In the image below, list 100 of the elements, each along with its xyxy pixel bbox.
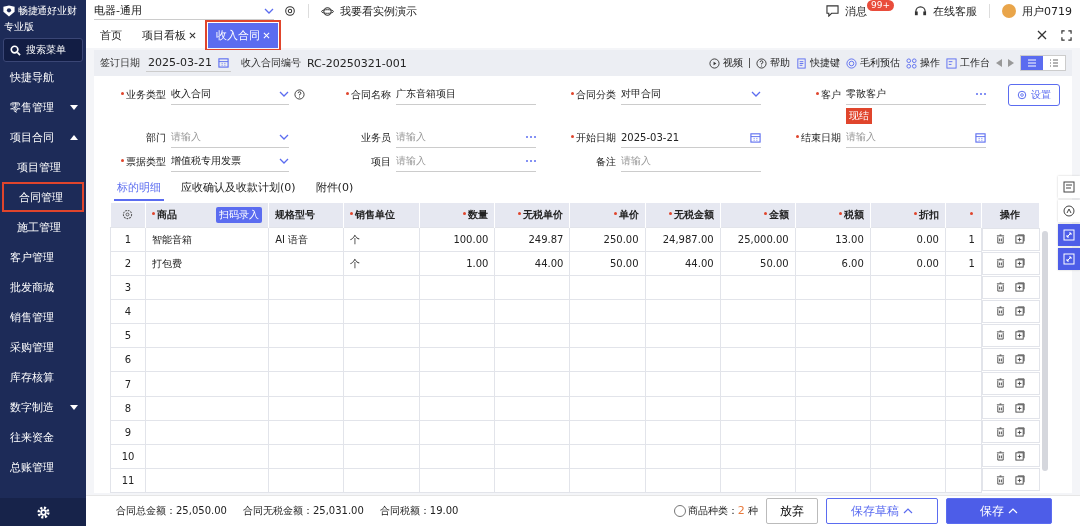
save-draft-button[interactable]: 保存草稿 xyxy=(826,498,938,524)
sidebar-item[interactable]: 数字制造 xyxy=(0,392,86,422)
input-field[interactable]: 2025-03-21 xyxy=(621,127,761,148)
table-cell: 44.00 xyxy=(534,258,564,270)
field-label: 合同分类 xyxy=(544,84,616,102)
copy-icon[interactable] xyxy=(1015,450,1026,461)
document-icon xyxy=(796,57,807,69)
row-number: 4 xyxy=(124,306,132,318)
fullscreen-icon[interactable] xyxy=(1061,29,1072,41)
document-icon[interactable] xyxy=(1058,176,1080,198)
input-field[interactable]: 收入合同 xyxy=(171,84,289,105)
sidebar-item[interactable]: 快捷导航 xyxy=(0,62,86,92)
board-icon xyxy=(946,57,957,69)
trash-icon[interactable] xyxy=(996,426,1006,437)
trash-icon[interactable] xyxy=(996,306,1006,317)
copy-icon[interactable] xyxy=(1015,354,1026,365)
trash-icon[interactable] xyxy=(996,378,1006,389)
toolbar-action[interactable]: 帮助 xyxy=(756,56,790,70)
chevron-down-icon xyxy=(279,158,289,164)
expand-icon[interactable] xyxy=(1058,248,1080,270)
sidebar-item[interactable]: 项目合同 xyxy=(0,122,86,152)
grid-icon xyxy=(906,57,917,69)
toolbar-action[interactable]: 视频 xyxy=(709,56,743,70)
toolbar-action[interactable]: 快捷键 xyxy=(796,56,840,70)
copy-icon[interactable] xyxy=(1015,282,1026,293)
settings-button[interactable]: 设置 xyxy=(1008,84,1060,106)
coin-icon xyxy=(846,57,857,69)
page-tab[interactable]: 收入合同 xyxy=(208,22,278,48)
save-button[interactable]: 保存 xyxy=(946,498,1052,524)
input-field[interactable]: 广东音箱项目 xyxy=(396,84,536,105)
total-text: 合同无税金额：25,031.00 xyxy=(242,504,364,518)
demo-link[interactable]: 我要看实例演示 xyxy=(340,3,417,19)
help-icon[interactable] xyxy=(294,89,305,100)
support-link[interactable]: 在线客服 xyxy=(933,3,977,19)
sidebar-item[interactable]: 批发商城 xyxy=(0,272,86,302)
toolbar-action[interactable]: 操作 xyxy=(906,56,940,70)
sidebar-subitem[interactable]: 合同管理 xyxy=(2,182,84,212)
copy-icon[interactable] xyxy=(1015,474,1026,485)
count-badge: 99+ xyxy=(867,0,894,11)
trash-icon[interactable] xyxy=(996,354,1006,365)
input-field[interactable]: 零散客户 xyxy=(846,84,986,105)
sidebar-subitem[interactable]: 项目管理 xyxy=(2,152,84,182)
table-cell: 44.00 xyxy=(685,258,714,270)
sidebar-item[interactable]: 客户管理 xyxy=(0,242,86,272)
row-number: 2 xyxy=(124,258,132,270)
sidebar-item[interactable]: 库存核算 xyxy=(0,362,86,392)
sidebar-item[interactable]: 采购管理 xyxy=(0,332,86,362)
toolbar-action[interactable]: 毛利预估 xyxy=(846,56,900,70)
row-number: 3 xyxy=(124,282,132,294)
brand-name: 畅捷通好业财 xyxy=(18,4,77,18)
copy-icon[interactable] xyxy=(1015,402,1026,413)
trash-icon[interactable] xyxy=(996,234,1006,244)
menu-search-field[interactable]: 搜索菜单 xyxy=(3,38,83,62)
page-tab[interactable]: 项目看板 xyxy=(134,22,204,48)
field-label: 项目 xyxy=(370,155,391,169)
messages-link[interactable]: 消息 xyxy=(845,3,867,19)
row-number: 7 xyxy=(124,378,132,390)
sidebar-item[interactable]: 零售管理 xyxy=(0,92,86,122)
copy-icon[interactable] xyxy=(1015,234,1026,244)
input-field[interactable]: 增值税专用发票 xyxy=(171,151,289,172)
scan-entry-button[interactable]: 扫码录入 xyxy=(216,207,263,223)
column-header: 金额 xyxy=(763,208,789,222)
field-label: 签订日期 xyxy=(100,56,140,70)
copy-icon[interactable] xyxy=(1015,306,1026,317)
expand-icon[interactable] xyxy=(1058,224,1080,246)
date-field[interactable]: 2025-03-21 xyxy=(146,54,231,72)
column-header: 数量 xyxy=(463,208,489,222)
page-tab[interactable]: 首页 xyxy=(92,22,130,48)
sidebar-item[interactable]: 销售管理 xyxy=(0,302,86,332)
detail-tab[interactable]: 应收确认及收款计划(0) xyxy=(178,178,299,201)
total-text: 合同税额：19.00 xyxy=(379,504,459,518)
input-field[interactable]: 对甲合同 xyxy=(621,84,761,105)
trash-icon[interactable] xyxy=(996,282,1006,293)
copy-icon[interactable] xyxy=(1015,330,1026,341)
close-icon[interactable] xyxy=(1037,30,1047,40)
calendar-icon xyxy=(750,131,761,143)
copy-icon[interactable] xyxy=(1015,258,1026,269)
trash-icon[interactable] xyxy=(996,474,1006,485)
org-select[interactable]: 电器-通用 xyxy=(94,2,274,20)
close-icon[interactable] xyxy=(189,31,196,39)
settings-icon[interactable] xyxy=(284,5,296,17)
copy-icon[interactable] xyxy=(1015,378,1026,389)
column-header: 规格型号 xyxy=(275,208,316,222)
row-number: 8 xyxy=(124,402,132,414)
discard-button[interactable]: 放弃 xyxy=(766,498,818,524)
sidebar-item[interactable]: 总账管理 xyxy=(0,452,86,482)
sidebar-item[interactable]: 往来资金 xyxy=(0,422,86,452)
copy-icon[interactable] xyxy=(1015,426,1026,437)
trash-icon[interactable] xyxy=(996,402,1006,413)
toolbar-action[interactable]: 工作台 xyxy=(946,56,990,70)
column-header: 销售单位 xyxy=(350,208,396,222)
sidebar-subitem[interactable]: 施工管理 xyxy=(2,212,84,242)
field-label: 结束日期 xyxy=(769,127,841,145)
trash-icon[interactable] xyxy=(996,450,1006,461)
trash-icon[interactable] xyxy=(996,330,1006,341)
trash-icon[interactable] xyxy=(996,258,1006,269)
detail-tab[interactable]: 附件(0) xyxy=(312,178,357,201)
user-name[interactable]: 用户0719 xyxy=(1022,3,1072,19)
table-cell: 个 xyxy=(350,233,361,245)
scrollbar[interactable] xyxy=(1042,231,1048,471)
